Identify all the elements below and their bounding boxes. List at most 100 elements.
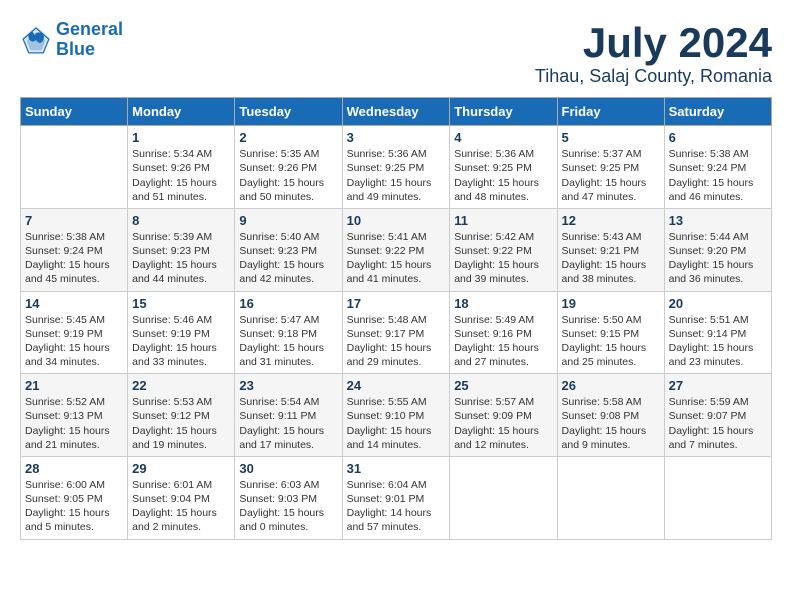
title-section: July 2024 Tihau, Salaj County, Romania xyxy=(535,20,772,87)
day-number: 9 xyxy=(239,213,337,228)
day-info: Sunrise: 5:47 AM Sunset: 9:18 PM Dayligh… xyxy=(239,313,337,370)
day-number: 15 xyxy=(132,296,230,311)
day-info: Sunrise: 5:39 AM Sunset: 9:23 PM Dayligh… xyxy=(132,230,230,287)
calendar-cell: 6 Sunrise: 5:38 AM Sunset: 9:24 PM Daylig… xyxy=(664,126,771,209)
day-number: 28 xyxy=(25,461,123,476)
day-info: Sunrise: 5:58 AM Sunset: 9:08 PM Dayligh… xyxy=(562,395,660,452)
day-info: Sunrise: 5:41 AM Sunset: 9:22 PM Dayligh… xyxy=(347,230,446,287)
calendar-cell: 4Sunrise: 5:36 AM Sunset: 9:25 PM Daylig… xyxy=(450,126,557,209)
day-number: 7 xyxy=(25,213,123,228)
calendar-cell: 27 Sunrise: 5:59 AM Sunset: 9:07 PM Dayli… xyxy=(664,374,771,457)
day-number: 30 xyxy=(239,461,337,476)
calendar-cell: 11Sunrise: 5:42 AM Sunset: 9:22 PM Dayli… xyxy=(450,208,557,291)
day-info: Sunrise: 5:38 AM Sunset: 9:24 PM Dayligh… xyxy=(25,230,123,287)
calendar-cell: 20Sunrise: 5:51 AM Sunset: 9:14 PM Dayli… xyxy=(664,291,771,374)
day-number: 2 xyxy=(239,130,337,145)
day-number: 13 xyxy=(669,213,767,228)
calendar-cell: 2 Sunrise: 5:35 AM Sunset: 9:26 PM Daylig… xyxy=(235,126,342,209)
calendar-cell: 19Sunrise: 5:50 AM Sunset: 9:15 PM Dayli… xyxy=(557,291,664,374)
calendar-table: SundayMondayTuesdayWednesdayThursdayFrid… xyxy=(20,97,772,539)
calendar-cell: 8 Sunrise: 5:39 AM Sunset: 9:23 PM Daylig… xyxy=(128,208,235,291)
location-subtitle: Tihau, Salaj County, Romania xyxy=(535,66,772,87)
day-info: Sunrise: 5:52 AM Sunset: 9:13 PM Dayligh… xyxy=(25,395,123,452)
weekday-header-monday: Monday xyxy=(128,98,235,126)
logo-icon xyxy=(20,24,52,56)
weekday-header-wednesday: Wednesday xyxy=(342,98,450,126)
day-info: Sunrise: 5:57 AM Sunset: 9:09 PM Dayligh… xyxy=(454,395,552,452)
day-number: 10 xyxy=(347,213,446,228)
weekday-header-row: SundayMondayTuesdayWednesdayThursdayFrid… xyxy=(21,98,772,126)
day-info: Sunrise: 5:53 AM Sunset: 9:12 PM Dayligh… xyxy=(132,395,230,452)
day-number: 27 xyxy=(669,378,767,393)
day-info: Sunrise: 5:35 AM Sunset: 9:26 PM Dayligh… xyxy=(239,147,337,204)
day-number: 6 xyxy=(669,130,767,145)
logo: General Blue xyxy=(20,20,123,60)
calendar-cell: 1Sunrise: 5:34 AM Sunset: 9:26 PM Daylig… xyxy=(128,126,235,209)
weekday-header-saturday: Saturday xyxy=(664,98,771,126)
day-info: Sunrise: 5:55 AM Sunset: 9:10 PM Dayligh… xyxy=(347,395,446,452)
day-number: 21 xyxy=(25,378,123,393)
day-number: 8 xyxy=(132,213,230,228)
calendar-cell: 28 Sunrise: 6:00 AM Sunset: 9:05 PM Dayli… xyxy=(21,456,128,539)
week-row-2: 7 Sunrise: 5:38 AM Sunset: 9:24 PM Daylig… xyxy=(21,208,772,291)
calendar-cell: 3 Sunrise: 5:36 AM Sunset: 9:25 PM Daylig… xyxy=(342,126,450,209)
calendar-cell: 23Sunrise: 5:54 AM Sunset: 9:11 PM Dayli… xyxy=(235,374,342,457)
day-info: Sunrise: 5:59 AM Sunset: 9:07 PM Dayligh… xyxy=(669,395,767,452)
month-year-title: July 2024 xyxy=(535,20,772,66)
week-row-3: 14 Sunrise: 5:45 AM Sunset: 9:19 PM Dayli… xyxy=(21,291,772,374)
calendar-cell: 14 Sunrise: 5:45 AM Sunset: 9:19 PM Dayli… xyxy=(21,291,128,374)
day-info: Sunrise: 6:03 AM Sunset: 9:03 PM Dayligh… xyxy=(239,478,337,535)
calendar-cell xyxy=(21,126,128,209)
day-number: 14 xyxy=(25,296,123,311)
weekday-header-sunday: Sunday xyxy=(21,98,128,126)
day-number: 1 xyxy=(132,130,230,145)
day-number: 11 xyxy=(454,213,552,228)
day-info: Sunrise: 5:48 AM Sunset: 9:17 PM Dayligh… xyxy=(347,313,446,370)
day-info: Sunrise: 5:44 AM Sunset: 9:20 PM Dayligh… xyxy=(669,230,767,287)
weekday-header-tuesday: Tuesday xyxy=(235,98,342,126)
calendar-cell: 13 Sunrise: 5:44 AM Sunset: 9:20 PM Dayli… xyxy=(664,208,771,291)
calendar-cell: 30 Sunrise: 6:03 AM Sunset: 9:03 PM Dayli… xyxy=(235,456,342,539)
calendar-cell: 21 Sunrise: 5:52 AM Sunset: 9:13 PM Dayli… xyxy=(21,374,128,457)
calendar-cell: 9 Sunrise: 5:40 AM Sunset: 9:23 PM Daylig… xyxy=(235,208,342,291)
calendar-cell: 5Sunrise: 5:37 AM Sunset: 9:25 PM Daylig… xyxy=(557,126,664,209)
day-number: 16 xyxy=(239,296,337,311)
day-info: Sunrise: 5:37 AM Sunset: 9:25 PM Dayligh… xyxy=(562,147,660,204)
day-info: Sunrise: 5:49 AM Sunset: 9:16 PM Dayligh… xyxy=(454,313,552,370)
day-number: 18 xyxy=(454,296,552,311)
calendar-cell: 12Sunrise: 5:43 AM Sunset: 9:21 PM Dayli… xyxy=(557,208,664,291)
calendar-cell: 31Sunrise: 6:04 AM Sunset: 9:01 PM Dayli… xyxy=(342,456,450,539)
day-info: Sunrise: 6:00 AM Sunset: 9:05 PM Dayligh… xyxy=(25,478,123,535)
day-number: 25 xyxy=(454,378,552,393)
day-info: Sunrise: 5:38 AM Sunset: 9:24 PM Dayligh… xyxy=(669,147,767,204)
day-number: 23 xyxy=(239,378,337,393)
calendar-cell: 15 Sunrise: 5:46 AM Sunset: 9:19 PM Dayli… xyxy=(128,291,235,374)
day-info: Sunrise: 5:40 AM Sunset: 9:23 PM Dayligh… xyxy=(239,230,337,287)
day-number: 29 xyxy=(132,461,230,476)
calendar-cell xyxy=(450,456,557,539)
day-number: 26 xyxy=(562,378,660,393)
day-number: 4 xyxy=(454,130,552,145)
day-number: 22 xyxy=(132,378,230,393)
day-info: Sunrise: 5:45 AM Sunset: 9:19 PM Dayligh… xyxy=(25,313,123,370)
calendar-cell: 24 Sunrise: 5:55 AM Sunset: 9:10 PM Dayli… xyxy=(342,374,450,457)
logo-line2: Blue xyxy=(56,40,123,60)
day-info: Sunrise: 5:46 AM Sunset: 9:19 PM Dayligh… xyxy=(132,313,230,370)
day-number: 12 xyxy=(562,213,660,228)
week-row-1: 1Sunrise: 5:34 AM Sunset: 9:26 PM Daylig… xyxy=(21,126,772,209)
day-number: 31 xyxy=(347,461,446,476)
calendar-cell: 7 Sunrise: 5:38 AM Sunset: 9:24 PM Daylig… xyxy=(21,208,128,291)
logo-text: General Blue xyxy=(56,20,123,60)
day-info: Sunrise: 6:01 AM Sunset: 9:04 PM Dayligh… xyxy=(132,478,230,535)
calendar-cell: 17Sunrise: 5:48 AM Sunset: 9:17 PM Dayli… xyxy=(342,291,450,374)
weekday-header-friday: Friday xyxy=(557,98,664,126)
calendar-cell xyxy=(557,456,664,539)
day-number: 3 xyxy=(347,130,446,145)
day-info: Sunrise: 5:51 AM Sunset: 9:14 PM Dayligh… xyxy=(669,313,767,370)
calendar-cell xyxy=(664,456,771,539)
day-info: Sunrise: 5:36 AM Sunset: 9:25 PM Dayligh… xyxy=(347,147,446,204)
day-number: 24 xyxy=(347,378,446,393)
calendar-cell: 26 Sunrise: 5:58 AM Sunset: 9:08 PM Dayli… xyxy=(557,374,664,457)
calendar-cell: 18 Sunrise: 5:49 AM Sunset: 9:16 PM Dayli… xyxy=(450,291,557,374)
day-info: Sunrise: 5:50 AM Sunset: 9:15 PM Dayligh… xyxy=(562,313,660,370)
